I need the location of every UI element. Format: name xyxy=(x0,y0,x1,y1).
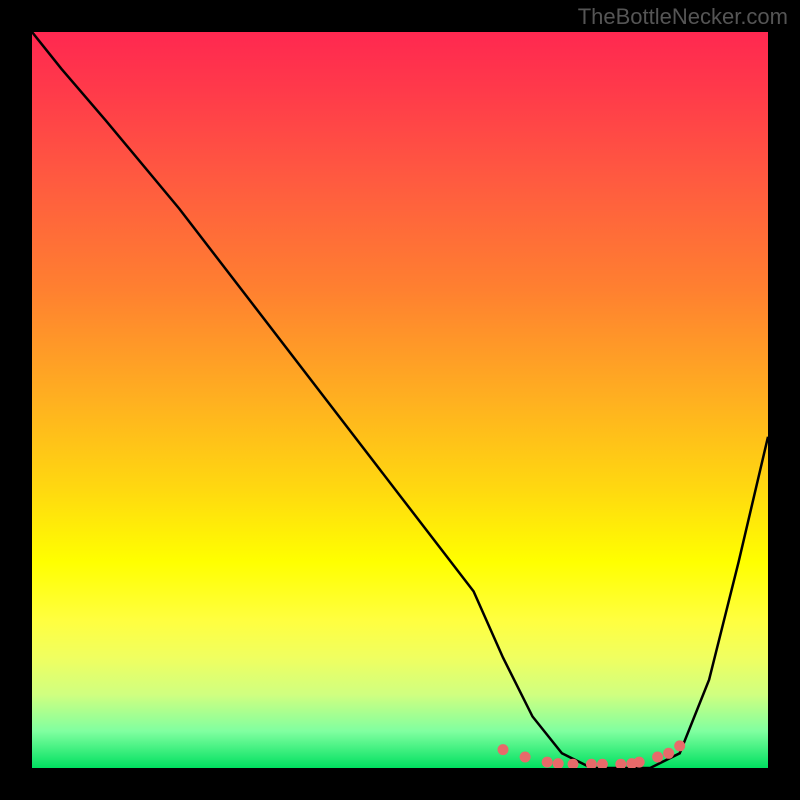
marker-dot xyxy=(553,758,564,768)
watermark-text: TheBottleNecker.com xyxy=(578,4,788,30)
marker-dot xyxy=(597,759,608,768)
marker-dot xyxy=(615,759,626,768)
marker-dot xyxy=(498,744,509,755)
chart-svg xyxy=(32,32,768,768)
marker-dot xyxy=(520,752,531,763)
marker-dot xyxy=(674,740,685,751)
marker-dot xyxy=(586,759,597,768)
marker-dot xyxy=(652,752,663,763)
plot-area xyxy=(32,32,768,768)
marker-dot xyxy=(663,748,674,759)
marker-dot xyxy=(634,757,645,768)
marker-dot xyxy=(542,757,553,768)
main-curve xyxy=(32,32,768,768)
